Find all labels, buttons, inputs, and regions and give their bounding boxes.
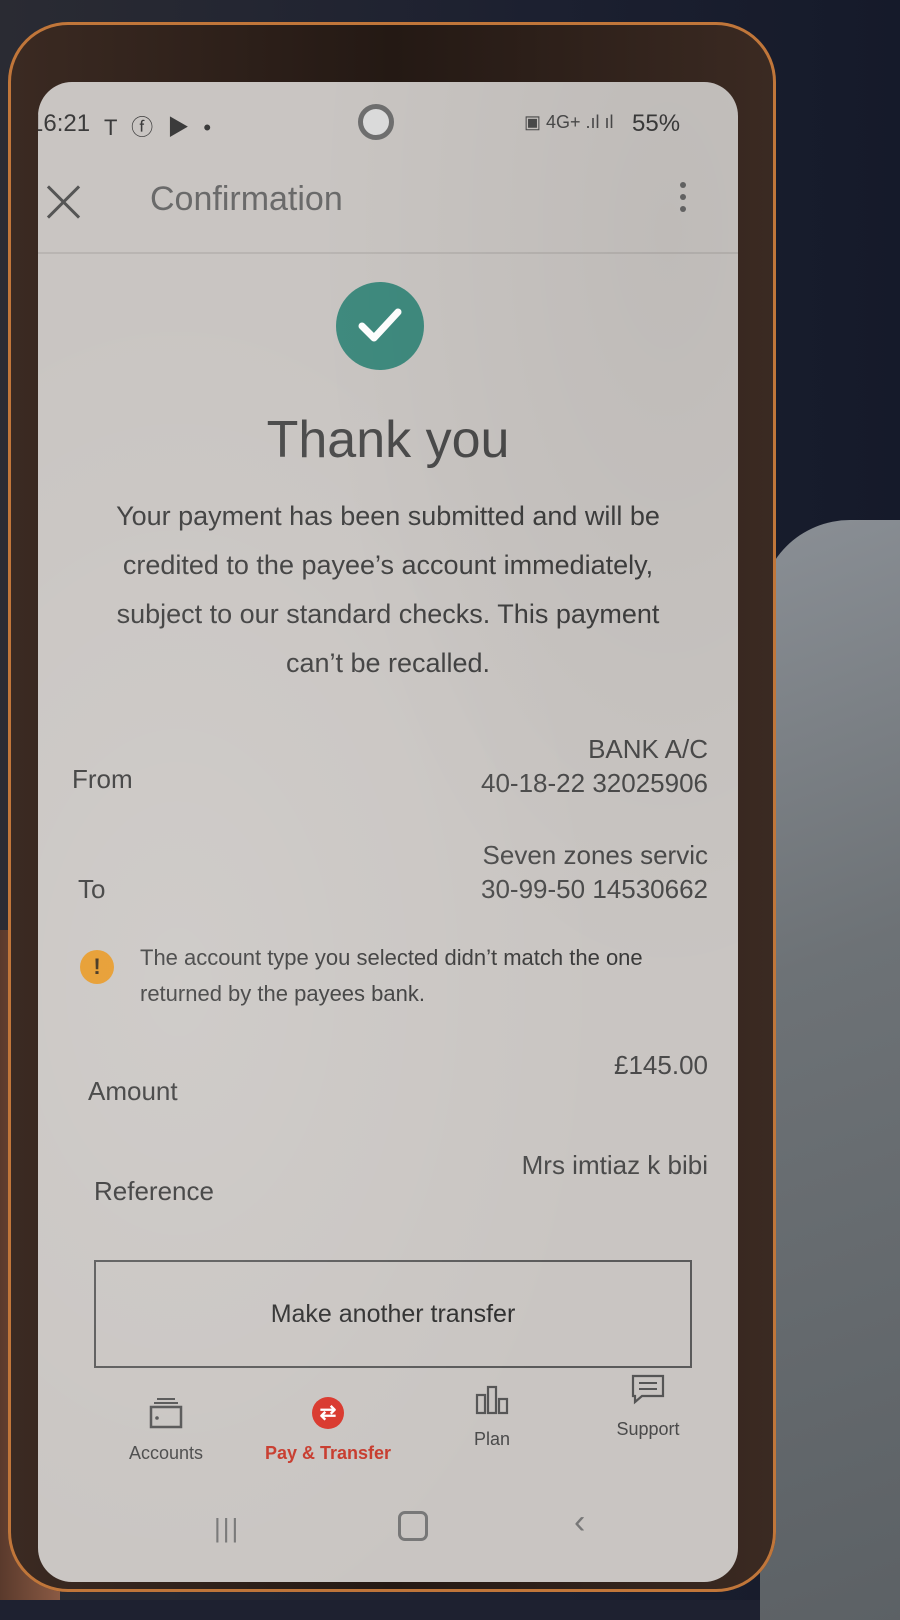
to-payee-name: Seven zones servic — [482, 840, 708, 870]
photo-sleeve — [760, 520, 900, 1620]
phone-screen: 16:21 T ⓕ ▶ • ▣ 4G+ .ıl ıl 55% Confirmat… — [38, 82, 738, 1582]
from-account-number: 40-18-22 32025906 — [481, 768, 708, 798]
wallet-icon — [149, 1398, 183, 1429]
nav-support[interactable]: Support — [568, 1373, 728, 1440]
reference-value: Mrs imtiaz k bibi — [521, 1150, 708, 1180]
nav-pay-transfer[interactable]: ⇄ Pay & Transfer — [248, 1397, 408, 1464]
to-label: To — [78, 874, 106, 904]
recent-apps-icon[interactable]: ||| — [214, 1513, 240, 1544]
nav-accounts-label: Accounts — [128, 1443, 204, 1463]
back-icon[interactable]: ‹ — [574, 1503, 585, 1542]
bottom-navigation: Accounts ⇄ Pay & Transfer Plan Support — [38, 1374, 738, 1497]
page-title: Confirmation — [150, 180, 343, 218]
more-options-icon[interactable] — [678, 176, 688, 226]
nav-accounts[interactable]: Accounts — [86, 1397, 246, 1464]
to-account-number: 30-99-50 14530662 — [481, 874, 708, 904]
battery-level: 55% — [632, 110, 681, 137]
home-icon[interactable] — [398, 1511, 428, 1541]
bar-chart-icon — [475, 1385, 509, 1415]
transfer-icon: ⇄ — [312, 1397, 344, 1429]
chat-icon — [631, 1374, 665, 1405]
status-time: 16:21 — [38, 110, 91, 137]
from-label: From — [72, 764, 133, 794]
phone-case: 16:21 T ⓕ ▶ • ▣ 4G+ .ıl ıl 55% Confirmat… — [8, 22, 776, 1592]
notification-icons: T ⓕ ▶ • — [104, 115, 216, 140]
success-heading: Thank you — [266, 411, 510, 469]
from-value: BANK A/C 40-18-22 32025906 — [481, 732, 708, 800]
make-another-transfer-button[interactable]: Make another transfer — [94, 1260, 692, 1368]
app-bar-divider — [38, 252, 738, 254]
close-icon[interactable] — [44, 182, 84, 222]
nav-pay-transfer-label: Pay & Transfer — [264, 1443, 392, 1463]
nav-plan-label: Plan — [473, 1429, 511, 1449]
signal-icons: ▣ 4G+ .ıl ıl — [524, 112, 614, 132]
nav-plan[interactable]: Plan — [412, 1383, 572, 1450]
nav-support-label: Support — [616, 1419, 680, 1439]
system-navigation-bar: ||| ‹ — [38, 1497, 738, 1567]
warning-icon: ! — [80, 950, 114, 984]
front-camera-icon — [358, 104, 394, 140]
success-message: Your payment has been submitted and will… — [116, 501, 660, 678]
reference-label: Reference — [94, 1176, 214, 1206]
success-check-icon — [336, 282, 424, 370]
status-bar: 16:21 T ⓕ ▶ • ▣ 4G+ .ıl ıl 55% — [38, 82, 738, 152]
to-value: Seven zones servic 30-99-50 14530662 — [481, 838, 708, 906]
warning-text: The account type you selected didn’t mat… — [140, 945, 643, 1006]
amount-label: Amount — [88, 1076, 178, 1106]
from-account-name: BANK A/C — [588, 734, 708, 764]
app-bar: Confirmation — [38, 152, 738, 252]
amount-value: £145.00 — [614, 1050, 708, 1080]
